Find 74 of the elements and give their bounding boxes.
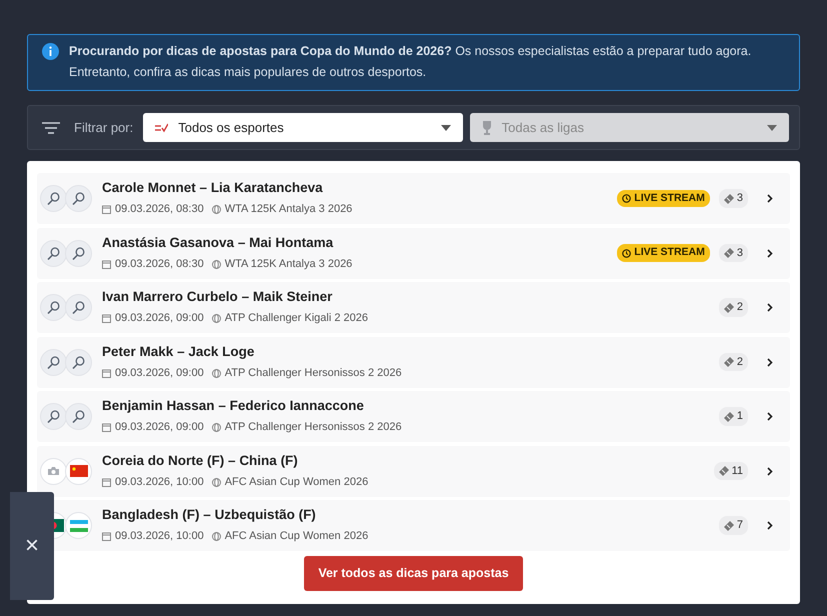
match-title: Carole Monnet – Lia Karatancheva — [102, 179, 324, 198]
match-date: 09.03.2026, 10:00 — [115, 529, 204, 544]
racket-icon — [65, 240, 92, 266]
racket-icon — [65, 403, 92, 430]
league-name: WTA 125K Antalya 3 2026 — [224, 256, 352, 272]
live-stream-badge: LIVE STREAM — [617, 190, 710, 208]
league-name: ATP Challenger Hersonissos 2 2026 — [224, 420, 402, 436]
globe-icon — [212, 205, 221, 214]
tips-count-badge: 3 — [718, 189, 748, 208]
sports-icon — [155, 122, 168, 132]
close-button[interactable]: × — [24, 534, 39, 558]
trophy-icon — [482, 120, 492, 134]
match-date: 09.03.2026, 09:00 — [115, 420, 204, 436]
racket-icon — [40, 240, 67, 266]
uzbekistan-flag-icon — [65, 512, 92, 539]
league-name: AFC Asian Cup Women 2026 — [224, 474, 368, 490]
league-name: WTA 125K Antalya 3 2026 — [224, 202, 352, 218]
calendar-icon — [102, 368, 111, 378]
racket-icon — [65, 185, 92, 212]
calendar-icon — [102, 260, 111, 268]
calendar-icon — [102, 423, 111, 432]
calendar-icon — [102, 478, 111, 486]
league-name: ATP Challenger Hersonissos 2 2026 — [224, 366, 402, 381]
alert-text: Procurando por dicas de apostas para Copa do Mundo de 2026? Os nossos especialistas estão a preparar tudo agora. Entretanto, confira as dicas mais populares de outros desportos. — [69, 44, 752, 79]
tips-count-badge: 3 — [718, 244, 748, 262]
globe-icon — [212, 368, 221, 378]
camera-icon — [40, 458, 67, 484]
match-row[interactable]: Ivan Marrero Curbelo – Maik Steiner 09.03.2026, 09:00 ATP Challenger Kigali 2 2026 2 — [37, 282, 790, 333]
filter-icon — [42, 120, 60, 134]
calendar-icon — [102, 532, 111, 541]
globe-icon — [212, 260, 221, 268]
live-stream-badge: LIVE STREAM — [617, 244, 710, 262]
racket-icon — [40, 294, 67, 321]
match-title: Benjamin Hassan – Federico Iannaccone — [102, 397, 365, 416]
globe-icon — [212, 532, 221, 541]
league-name: ATP Challenger Kigali 2 2026 — [224, 311, 368, 326]
league-name: AFC Asian Cup Women 2026 — [224, 529, 368, 544]
tips-count-badge: 7 — [718, 516, 748, 535]
match-date: 09.03.2026, 09:00 — [115, 366, 204, 381]
match-title: Bangladesh (F) – Uzbequistão (F) — [102, 506, 317, 524]
match-row[interactable]: Anastásia Gasanova – Mai Hontama 09.03.2026, 08:30 WTA 125K Antalya 3 2026 LIVE STREAM 3 — [37, 228, 790, 278]
calendar-icon — [102, 205, 111, 214]
globe-icon — [212, 314, 221, 323]
caret-icon — [440, 124, 451, 130]
match-row[interactable]: Benjamin Hassan – Federico Iannaccone 09.03.2026, 09:00 ATP Challenger Hersonissos 2 2026 1 — [37, 391, 790, 442]
tips-count-badge: 11 — [714, 462, 748, 480]
racket-icon — [40, 403, 67, 430]
globe-icon — [212, 423, 221, 432]
globe-icon — [212, 478, 221, 486]
tips-count-badge: 1 — [718, 407, 748, 426]
match-date: 09.03.2026, 09:00 — [115, 311, 204, 326]
match-row[interactable]: Peter Makk – Jack Loge 09.03.2026, 09:00 ATP Challenger Hersonissos 2 2026 2 — [37, 336, 790, 388]
filter-label: Filtrar por: — [74, 118, 134, 137]
view-all-tips-button[interactable]: Ver todos as dicas para apostas — [304, 556, 523, 591]
calendar-icon — [102, 314, 111, 323]
match-date: 09.03.2026, 08:30 — [115, 202, 204, 218]
tips-count-badge: 2 — [718, 298, 748, 317]
china-flag-icon — [65, 458, 92, 484]
match-title: Peter Makk – Jack Loge — [102, 342, 256, 361]
racket-icon — [65, 348, 92, 376]
racket-icon — [65, 294, 92, 321]
tips-count-badge: 2 — [718, 352, 748, 372]
racket-icon — [40, 185, 67, 212]
racket-icon — [40, 348, 67, 376]
match-title: Coreia do Norte (F) – China (F) — [102, 452, 299, 470]
match-date: 09.03.2026, 08:30 — [115, 256, 204, 272]
caret-icon — [767, 124, 778, 130]
match-row[interactable]: Carole Monnet – Lia Karatancheva 09.03.2026, 08:30 WTA 125K Antalya 3 2026 LIVE STREAM 3 — [37, 173, 790, 224]
match-title: Ivan Marrero Curbelo – Maik Steiner — [102, 288, 334, 306]
match-row[interactable]: Coreia do Norte (F) – China (F) 09.03.2026, 10:00 AFC Asian Cup Women 2026 11 — [37, 446, 790, 496]
sport-select[interactable]: Todos os esportes — [143, 113, 463, 142]
match-title: Anastásia Gasanova – Mai Hontama — [102, 234, 334, 252]
info-icon — [42, 43, 59, 60]
match-date: 09.03.2026, 10:00 — [115, 474, 204, 490]
